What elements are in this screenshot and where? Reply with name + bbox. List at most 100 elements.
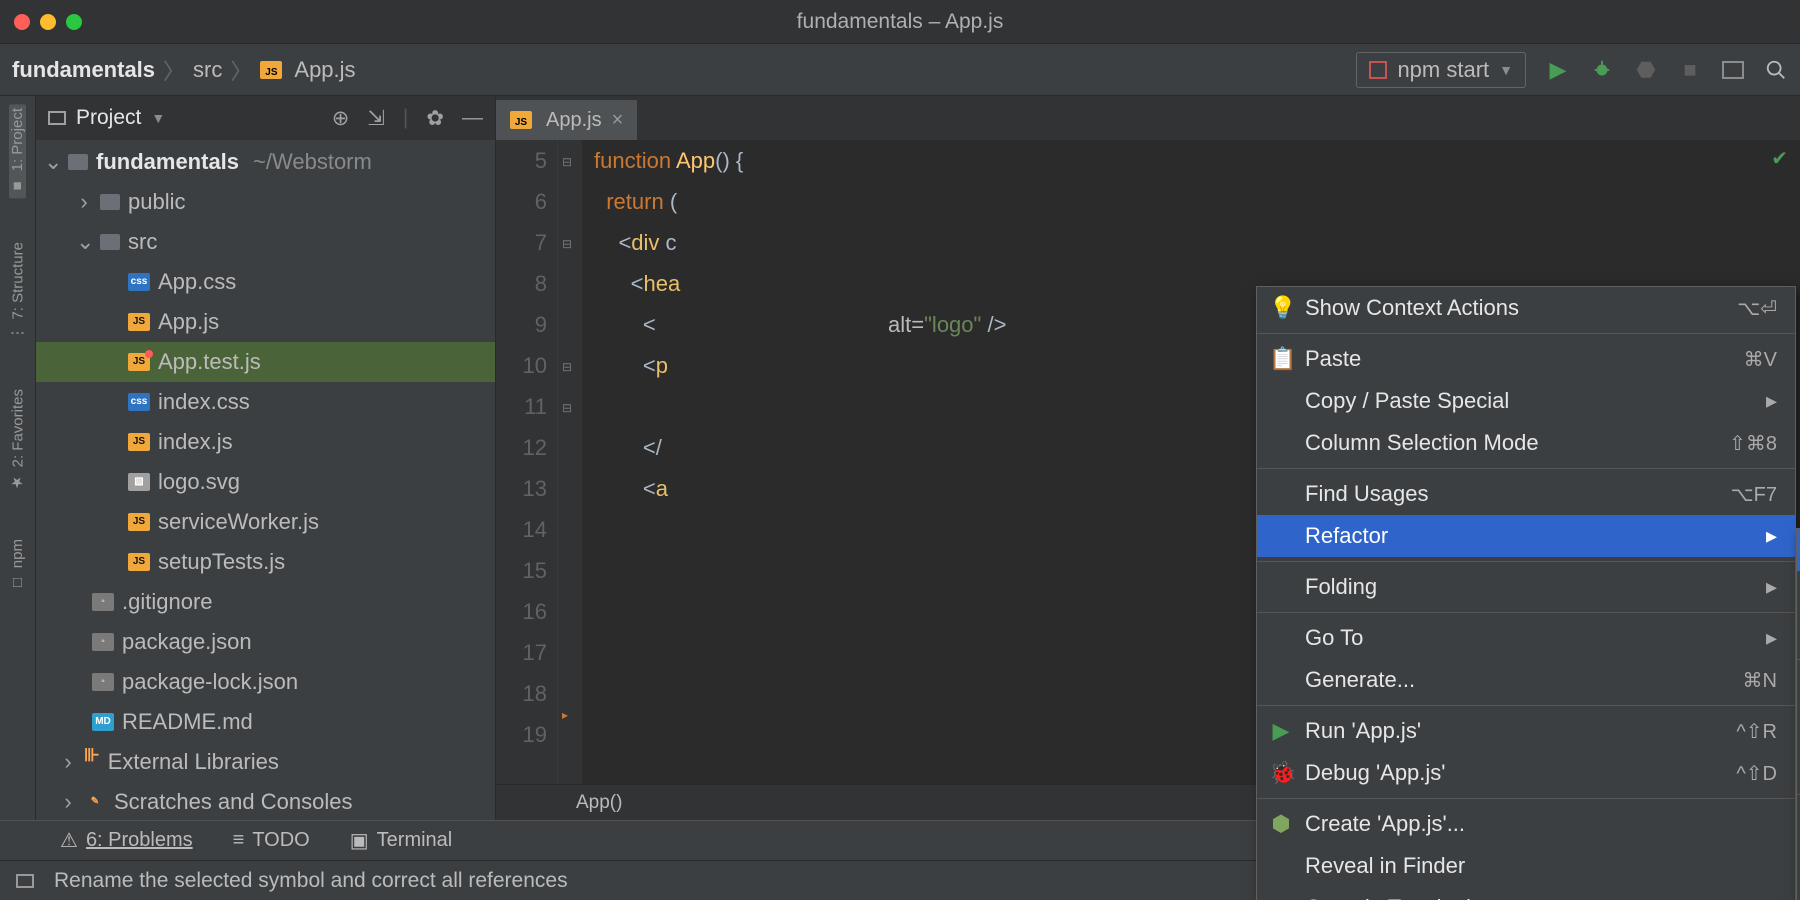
- menu-item-copy-paste-special[interactable]: Copy / Paste Special▸: [1257, 380, 1795, 422]
- tree-folder-src[interactable]: ⌄ src: [36, 222, 495, 262]
- chevron-right-icon[interactable]: ›: [76, 182, 92, 222]
- fold-icon[interactable]: ⊟: [562, 142, 572, 183]
- tree-file-gitignore[interactable]: ◦.gitignore: [36, 582, 495, 622]
- fold-icon[interactable]: ⊟: [562, 347, 572, 388]
- tree-item-label: App.test.js: [158, 342, 261, 382]
- project-panel: Project ▼ ⊕ ⇲ | ✿ — ⌄ fundamentals ~/Web…: [36, 96, 496, 820]
- menu-item-refactor[interactable]: Refactor▸: [1257, 515, 1795, 557]
- tool-window-todo[interactable]: ≡TODO: [233, 829, 310, 852]
- search-everywhere-button[interactable]: [1764, 58, 1788, 82]
- menu-item-reveal-finder[interactable]: Reveal in Finder: [1257, 845, 1795, 887]
- tree-file-appcss[interactable]: cssApp.css: [36, 262, 495, 302]
- menu-item-open-terminal[interactable]: ▣Open in Terminal: [1257, 887, 1795, 900]
- tool-window-terminal[interactable]: ▣Terminal: [350, 828, 452, 853]
- folder-icon: [68, 154, 88, 170]
- line-number: 18: [496, 673, 547, 714]
- fold-icon[interactable]: ⊟: [562, 388, 572, 429]
- debug-button[interactable]: [1590, 58, 1614, 82]
- menu-item-column-selection[interactable]: Column Selection Mode⇧⌘8: [1257, 422, 1795, 464]
- dropdown-icon[interactable]: ▼: [151, 110, 165, 126]
- tree-scratches[interactable]: ›✎Scratches and Consoles: [36, 782, 495, 820]
- tool-label: 6: Problems: [86, 829, 193, 851]
- line-number: 14: [496, 509, 547, 550]
- chevron-down-icon[interactable]: ⌄: [44, 142, 60, 182]
- hide-icon[interactable]: —: [462, 106, 483, 130]
- menu-item-generate[interactable]: Generate...⌘N: [1257, 659, 1795, 701]
- tree-file-appjs[interactable]: JSApp.js: [36, 302, 495, 342]
- layout-button[interactable]: [1722, 61, 1744, 79]
- settings-icon[interactable]: ✿: [426, 106, 444, 131]
- tree-external-libs[interactable]: ›⊪External Libraries: [36, 742, 495, 782]
- menu-item-folding[interactable]: Folding▸: [1257, 566, 1795, 608]
- tree-item-label: serviceWorker.js: [158, 502, 319, 542]
- menu-item-create[interactable]: ⬢Create 'App.js'...: [1257, 803, 1795, 845]
- shortcut: ^⇧R: [1736, 719, 1777, 744]
- tree-folder-public[interactable]: › public: [36, 182, 495, 222]
- tool-window-structure-tab[interactable]: ⋮7: Structure: [9, 238, 27, 345]
- tool-window-project-tab[interactable]: ■1: Project: [9, 104, 26, 198]
- fold-gutter[interactable]: ⊟ ⊟ ⊟ ⊟ ▸: [558, 140, 582, 784]
- run-button[interactable]: ▶: [1546, 58, 1570, 82]
- tree-file-packagelock[interactable]: ◦package-lock.json: [36, 662, 495, 702]
- menu-label: Run 'App.js': [1305, 718, 1421, 744]
- tree-file-logosvg[interactable]: ▧logo.svg: [36, 462, 495, 502]
- line-number: 8: [496, 263, 547, 304]
- project-tree[interactable]: ⌄ fundamentals ~/Webstorm › public ⌄ src…: [36, 140, 495, 820]
- shortcut: ⌥⏎: [1737, 296, 1777, 321]
- breadcrumb-file[interactable]: App.js: [294, 57, 355, 83]
- json-file-icon: ◦: [92, 633, 114, 651]
- json-file-icon: ◦: [92, 673, 114, 691]
- fold-icon[interactable]: ⊟: [562, 224, 572, 265]
- close-tab-icon[interactable]: ×: [612, 109, 624, 132]
- tree-file-setuptests[interactable]: JSsetupTests.js: [36, 542, 495, 582]
- locate-icon[interactable]: ⊕: [332, 106, 350, 131]
- menu-label: Folding: [1305, 574, 1377, 600]
- shortcut: ⇧⌘8: [1729, 431, 1777, 456]
- expand-all-icon[interactable]: ⇲: [367, 106, 385, 131]
- menu-label: Refactor: [1305, 523, 1388, 549]
- run-configuration-selector[interactable]: npm start ▼: [1356, 52, 1526, 88]
- tool-window-problems[interactable]: ⚠6: Problems: [60, 828, 193, 853]
- tree-root[interactable]: ⌄ fundamentals ~/Webstorm: [36, 142, 495, 182]
- line-number: 7: [496, 222, 547, 263]
- menu-separator: [1257, 798, 1795, 799]
- tool-window-favorites-tab[interactable]: ★2: Favorites: [9, 385, 27, 495]
- tool-windows-icon[interactable]: [16, 874, 34, 888]
- tree-file-package[interactable]: ◦package.json: [36, 622, 495, 662]
- menu-item-show-context-actions[interactable]: 💡Show Context Actions⌥⏎: [1257, 287, 1795, 329]
- tree-file-readme[interactable]: MDREADME.md: [36, 702, 495, 742]
- chevron-down-icon[interactable]: ⌄: [76, 222, 92, 262]
- project-panel-title[interactable]: Project: [76, 106, 141, 130]
- menu-item-debug[interactable]: 🐞Debug 'App.js'^⇧D: [1257, 752, 1795, 794]
- run-gutter-icon[interactable]: ▸: [562, 695, 568, 736]
- tree-file-indexjs[interactable]: JSindex.js: [36, 422, 495, 462]
- tab-label: App.js: [546, 109, 602, 132]
- tree-file-serviceworker[interactable]: JSserviceWorker.js: [36, 502, 495, 542]
- code-breadcrumb-item[interactable]: App(): [576, 792, 622, 814]
- menu-item-run[interactable]: ▶Run 'App.js'^⇧R: [1257, 710, 1795, 752]
- close-window-icon[interactable]: [14, 14, 30, 30]
- tool-window-npm-tab[interactable]: □npm: [9, 535, 26, 595]
- breadcrumb-src[interactable]: src: [193, 57, 222, 83]
- tree-item-label: App.css: [158, 262, 236, 302]
- breadcrumb[interactable]: fundamentals 〉 src 〉 JS App.js: [12, 54, 356, 86]
- chevron-right-icon: 〉: [163, 54, 185, 86]
- chevron-right-icon[interactable]: ›: [60, 782, 76, 820]
- menu-item-goto[interactable]: Go To▸: [1257, 617, 1795, 659]
- tree-file-indexcss[interactable]: cssindex.css: [36, 382, 495, 422]
- folder-icon: [100, 234, 120, 250]
- minimize-window-icon[interactable]: [40, 14, 56, 30]
- coverage-button[interactable]: ⬣: [1634, 58, 1658, 82]
- tree-file-apptest[interactable]: JSApp.test.js: [36, 342, 495, 382]
- chevron-right-icon[interactable]: ›: [60, 742, 76, 782]
- menu-item-paste[interactable]: 📋Paste⌘V: [1257, 338, 1795, 380]
- stop-button[interactable]: ■: [1678, 58, 1702, 82]
- editor-tab-appjs[interactable]: JS App.js ×: [496, 100, 637, 140]
- main-area: ■1: Project ⋮7: Structure ★2: Favorites …: [0, 96, 1800, 820]
- line-number: 6: [496, 181, 547, 222]
- line-number: 12: [496, 427, 547, 468]
- maximize-window-icon[interactable]: [66, 14, 82, 30]
- inspection-ok-icon[interactable]: ✔: [1771, 146, 1788, 171]
- menu-item-find-usages[interactable]: Find Usages⌥F7: [1257, 473, 1795, 515]
- breadcrumb-root[interactable]: fundamentals: [12, 57, 155, 83]
